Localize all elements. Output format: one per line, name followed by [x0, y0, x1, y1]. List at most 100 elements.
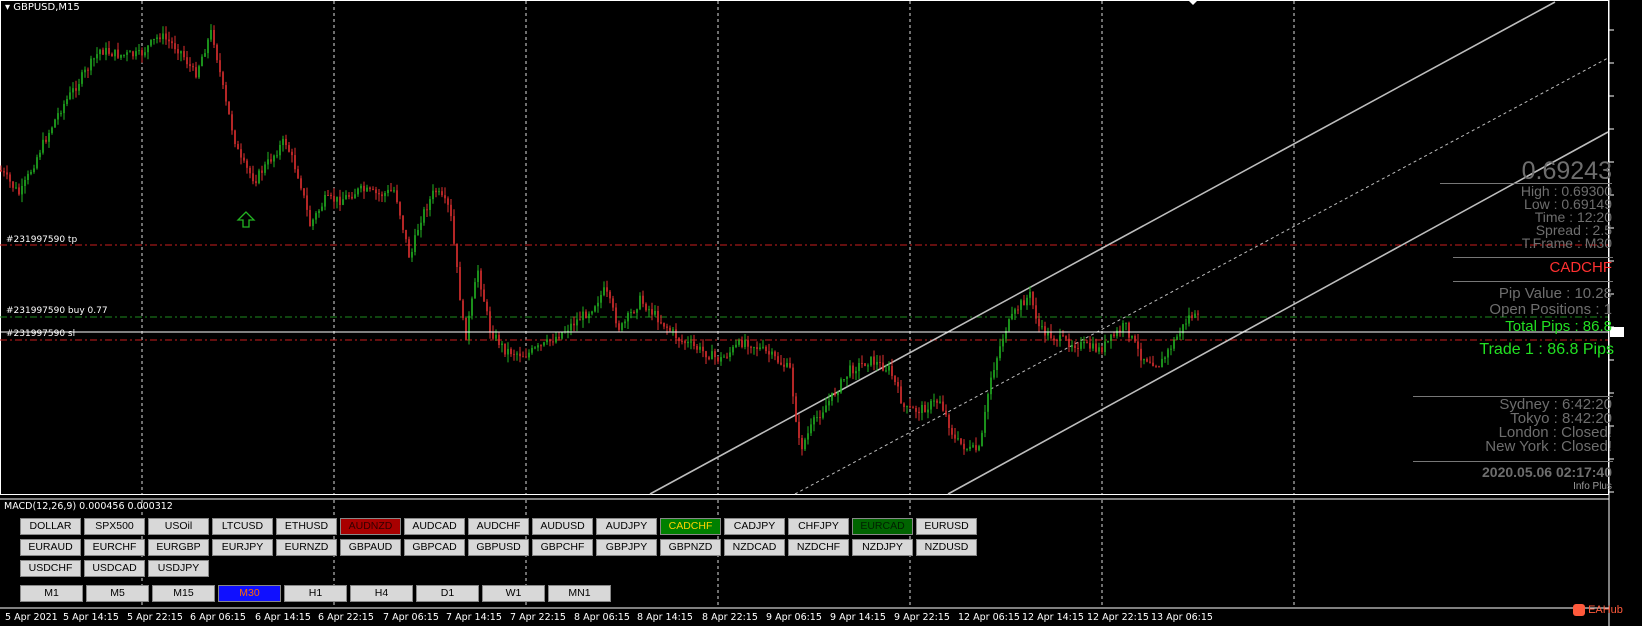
button-d1[interactable]: D1 [416, 585, 479, 602]
candle-body [54, 119, 56, 128]
x-tick-label: 6 Apr 06:15 [190, 612, 246, 623]
candle-body [15, 187, 17, 189]
candle-body [378, 193, 380, 195]
button-audusd[interactable]: AUDUSD [532, 518, 593, 535]
candle-body [687, 341, 689, 344]
button-eurjpy[interactable]: EURJPY [212, 539, 273, 556]
candle-body [588, 313, 590, 319]
indicator-brand: Info Plus [1573, 481, 1612, 492]
candle-body [981, 432, 983, 447]
candle-body [75, 88, 77, 91]
candle-body [309, 210, 311, 227]
button-ltcusd[interactable]: LTCUSD [212, 518, 273, 535]
button-gbpnzd[interactable]: GBPNZD [660, 539, 721, 556]
button-spx500[interactable]: SPX500 [84, 518, 145, 535]
button-dollar[interactable]: DOLLAR [20, 518, 81, 535]
button-cadchf[interactable]: CADCHF [660, 518, 721, 535]
candle-body [516, 353, 518, 355]
candle-body [690, 341, 692, 343]
button-mn1[interactable]: MN1 [548, 585, 611, 602]
candle-body [786, 363, 788, 367]
candle-body [615, 307, 617, 324]
candle-body [861, 363, 863, 364]
button-m15[interactable]: M15 [152, 585, 215, 602]
candle-body [849, 365, 851, 377]
candle-body [1134, 335, 1136, 342]
candle-body [144, 52, 146, 56]
candle-body [651, 309, 653, 315]
candle-body [816, 417, 818, 419]
candle-body [1110, 334, 1112, 341]
x-tick-label: 8 Apr 22:15 [702, 612, 758, 623]
button-eurusd[interactable]: EURUSD [916, 518, 977, 535]
button-audjpy[interactable]: AUDJPY [596, 518, 657, 535]
candle-body [429, 199, 431, 210]
candle-body [846, 376, 848, 380]
button-chfjpy[interactable]: CHFJPY [788, 518, 849, 535]
button-usoil[interactable]: USOil [148, 518, 209, 535]
button-eurgbp[interactable]: EURGBP [148, 539, 209, 556]
button-gbpaud[interactable]: GBPAUD [340, 539, 401, 556]
button-gbpchf[interactable]: GBPCHF [532, 539, 593, 556]
button-m5[interactable]: M5 [86, 585, 149, 602]
candle-body [213, 30, 215, 45]
candle-body [498, 334, 500, 345]
button-usdcad[interactable]: USDCAD [84, 560, 145, 577]
candle-body [231, 114, 233, 131]
x-tick-label: 6 Apr 14:15 [255, 612, 311, 623]
button-h4[interactable]: H4 [350, 585, 413, 602]
candle-body [1071, 345, 1073, 348]
button-nzdcad[interactable]: NZDCAD [724, 539, 785, 556]
candle-body [63, 104, 65, 114]
candle-body [1095, 343, 1097, 352]
candle-body [168, 39, 170, 42]
candle-body [492, 332, 494, 339]
button-gbpcad[interactable]: GBPCAD [404, 539, 465, 556]
candle-body [96, 54, 98, 59]
button-usdjpy[interactable]: USDJPY [148, 560, 209, 577]
button-w1[interactable]: W1 [482, 585, 545, 602]
button-nzdusd[interactable]: NZDUSD [916, 539, 977, 556]
candle-body [300, 178, 302, 189]
button-gbpjpy[interactable]: GBPJPY [596, 539, 657, 556]
dropdown-icon[interactable]: ▾ [5, 2, 10, 13]
candle-body [135, 51, 137, 57]
candle-body [288, 145, 290, 152]
button-ethusd[interactable]: ETHUSD [276, 518, 337, 535]
button-eurnzd[interactable]: EURNZD [276, 539, 337, 556]
button-h1[interactable]: H1 [284, 585, 347, 602]
button-nzdchf[interactable]: NZDCHF [788, 539, 849, 556]
button-audnzd[interactable]: AUDNZD [340, 518, 401, 535]
candle-body [666, 326, 668, 328]
button-eurchf[interactable]: EURCHF [84, 539, 145, 556]
button-gbpusd[interactable]: GBPUSD [468, 539, 529, 556]
candle-body [195, 67, 197, 78]
button-eurcad[interactable]: EURCAD [852, 518, 913, 535]
button-m1[interactable]: M1 [20, 585, 83, 602]
timeframe-row: M1 M5 M15 M30 H1 H4 D1 W1 MN1 [20, 585, 611, 602]
candle-body [723, 356, 725, 358]
candle-body [471, 298, 473, 316]
candle-body [489, 311, 491, 333]
regression-channel [649, 1, 1609, 495]
candle-body [222, 72, 224, 85]
candle-body [270, 159, 272, 162]
candle-body [1185, 323, 1187, 325]
button-audcad[interactable]: AUDCAD [404, 518, 465, 535]
candle-body [819, 417, 821, 419]
candle-body [567, 330, 569, 332]
candle-body [870, 356, 872, 366]
candle-body [474, 282, 476, 299]
button-usdchf[interactable]: USDCHF [20, 560, 81, 577]
button-audchf[interactable]: AUDCHF [468, 518, 529, 535]
candle-body [1158, 366, 1160, 368]
button-euraud[interactable]: EURAUD [20, 539, 81, 556]
candle-body [918, 411, 920, 414]
button-m30[interactable]: M30 [218, 585, 281, 602]
button-cadjpy[interactable]: CADJPY [724, 518, 785, 535]
candle-body [1026, 297, 1028, 306]
candle-body [897, 382, 899, 387]
x-tick-label: 12 Apr 22:15 [1087, 612, 1149, 623]
button-nzdjpy[interactable]: NZDJPY [852, 539, 913, 556]
candle-body [777, 356, 779, 363]
